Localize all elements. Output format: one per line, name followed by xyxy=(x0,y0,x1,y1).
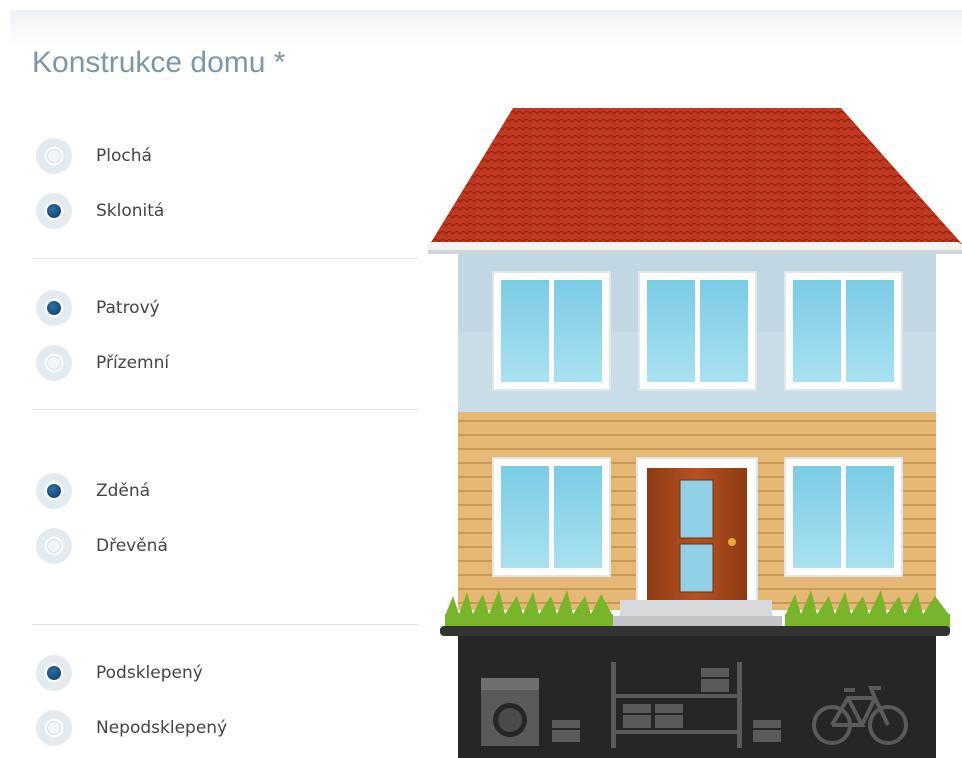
radio-button-selected[interactable] xyxy=(36,473,72,509)
radio-button-unselected[interactable] xyxy=(36,710,72,746)
door-icon xyxy=(636,457,758,609)
radio-button-selected[interactable] xyxy=(36,193,72,229)
radio-label: Dřevěná xyxy=(96,536,168,556)
divider xyxy=(32,258,418,259)
washing-machine-icon xyxy=(481,678,539,746)
radio-option-prizemni[interactable]: Přízemní xyxy=(36,345,169,381)
divider xyxy=(32,409,418,410)
radio-option-podsklepeny[interactable]: Podsklepený xyxy=(36,655,203,691)
radio-label: Zděná xyxy=(96,481,151,501)
radio-button-unselected[interactable] xyxy=(36,528,72,564)
divider xyxy=(32,624,418,625)
window-icon xyxy=(492,457,611,577)
header-band xyxy=(10,10,962,46)
radio-label: Přízemní xyxy=(96,353,170,373)
window-icon xyxy=(492,271,611,391)
radio-label: Podsklepený xyxy=(96,663,203,683)
window-icon xyxy=(784,457,903,577)
radio-option-patrovy[interactable]: Patrový xyxy=(36,290,160,326)
house-illustration xyxy=(428,108,962,758)
radio-button-selected[interactable] xyxy=(36,290,72,326)
radio-button-selected[interactable] xyxy=(36,655,72,691)
radio-label: Patrový xyxy=(96,298,160,318)
radio-option-zdena[interactable]: Zděná xyxy=(36,473,150,509)
radio-option-nepodsklepeny[interactable]: Nepodsklepený xyxy=(36,710,227,746)
section-title: Konstrukce domu * xyxy=(32,46,286,79)
radio-button-unselected[interactable] xyxy=(36,345,72,381)
radio-option-plocha[interactable]: Plochá xyxy=(36,138,152,174)
window-icon xyxy=(638,271,757,391)
radio-label: Nepodsklepený xyxy=(96,718,228,738)
window-icon xyxy=(784,271,903,391)
radio-label: Sklonitá xyxy=(96,201,165,221)
radio-button-unselected[interactable] xyxy=(36,138,72,174)
radio-label: Plochá xyxy=(96,146,152,166)
roof-image xyxy=(428,108,962,254)
radio-option-sklonita[interactable]: Sklonitá xyxy=(36,193,164,229)
radio-option-drevena[interactable]: Dřevěná xyxy=(36,528,168,564)
